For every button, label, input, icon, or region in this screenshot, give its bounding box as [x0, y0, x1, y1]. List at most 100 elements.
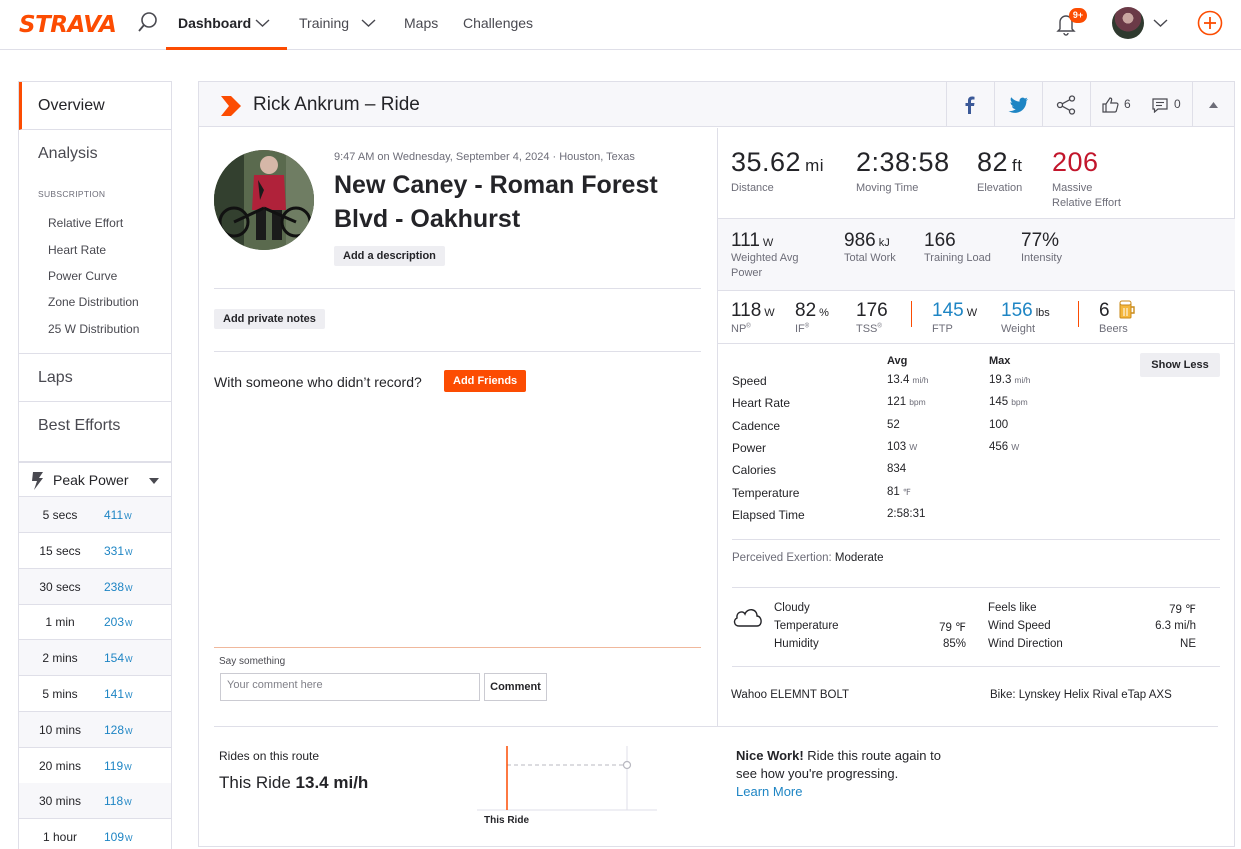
peak-value[interactable]: 118W — [104, 794, 132, 808]
peak-duration: 5 secs — [42, 508, 78, 522]
peak-value[interactable]: 238W — [104, 580, 133, 594]
collapse-button[interactable] — [1192, 82, 1234, 127]
peak-duration: 30 secs — [39, 579, 81, 594]
divider — [214, 726, 1218, 727]
peak-power-row[interactable]: 1 min 203W — [19, 604, 171, 641]
peak-value[interactable]: 331W — [104, 544, 133, 558]
weather-humidity-value: 85% — [942, 638, 966, 650]
facebook-share-button[interactable] — [946, 82, 994, 127]
add-private-notes-button[interactable]: Add private notes — [214, 309, 325, 329]
detail-label: Calories — [732, 463, 777, 478]
kudos-thumb-icon[interactable] — [1102, 97, 1119, 113]
sidebar-item-overview[interactable]: Overview — [19, 82, 171, 130]
comment-button[interactable]: Comment — [484, 673, 547, 701]
ftp-value[interactable]: 145 W — [932, 300, 977, 322]
relative-effort-value[interactable]: 206 — [1052, 147, 1099, 178]
peak-power-row[interactable]: 1 hour 109W — [19, 819, 171, 849]
peak-power-row[interactable]: 30 mins 118W — [19, 783, 171, 820]
athlete-avatar[interactable] — [214, 150, 314, 250]
distance-label: Distance — [731, 182, 774, 194]
peak-power-row[interactable]: 30 secs 238W — [19, 568, 171, 605]
peak-power-row[interactable]: 20 mins 119W — [19, 748, 171, 784]
search-icon[interactable] — [136, 10, 160, 34]
if-value: 82% — [795, 300, 829, 321]
comment-icon[interactable] — [1152, 98, 1168, 113]
chevron-down-icon[interactable] — [255, 17, 270, 29]
show-less-button[interactable]: Show Less — [1140, 353, 1220, 377]
sidebar-subitem-relative-effort[interactable]: Relative Effort — [48, 216, 123, 230]
cloudy-icon — [733, 609, 762, 627]
weighted-power-label: Weighted Avg — [731, 252, 799, 264]
if-label: IF® — [795, 323, 810, 335]
weight-value[interactable]: 156 lbs — [1001, 300, 1050, 322]
add-plus-icon[interactable] — [1197, 10, 1223, 36]
twitter-icon — [1008, 97, 1028, 113]
detail-label: Heart Rate — [732, 396, 791, 411]
relative-effort-sublabel: Relative Effort — [1052, 197, 1121, 209]
detail-avg-value: 52 — [887, 418, 900, 431]
nav-challenges[interactable]: Challenges — [463, 15, 533, 31]
notification-badge: 9+ — [1069, 8, 1087, 23]
elevation-label: Elevation — [977, 182, 1023, 194]
peak-power-row[interactable]: 2 mins 154W — [19, 640, 171, 677]
peak-value[interactable]: 141W — [104, 687, 133, 701]
peak-value[interactable]: 109W — [104, 830, 133, 844]
divider — [732, 539, 1220, 540]
weather-temp-value: 79 ℉ — [939, 622, 966, 634]
peak-value[interactable]: 154W — [104, 651, 133, 665]
peak-power-row[interactable]: 10 mins 128W — [19, 711, 171, 748]
wind-direction-label: Wind Direction — [988, 638, 1063, 650]
bike-name[interactable]: Bike: Lynskey Helix Rival eTap AXS — [990, 689, 1172, 701]
peak-value[interactable]: 119W — [104, 759, 132, 773]
chevron-down-icon[interactable] — [361, 17, 376, 29]
activity-title: New Caney - Roman Forest Blvd - Oakhurst — [334, 171, 658, 233]
sidebar-subitem-power-curve[interactable]: Power Curve — [48, 269, 117, 283]
sidebar-item-analysis[interactable]: Analysis — [19, 130, 171, 178]
stats-panel: 35.62 mi Distance 2:38:58 Moving Time 82 f… — [717, 128, 1235, 726]
device-name: Wahoo ELEMNT BOLT — [731, 689, 850, 701]
divider — [214, 288, 701, 289]
add-description-button[interactable]: Add a description — [334, 246, 445, 266]
sidebar-subitem-25w-distribution[interactable]: 25 W Distribution — [48, 322, 139, 336]
peak-duration: 30 mins — [38, 794, 82, 809]
peak-duration: 1 min — [45, 615, 75, 630]
peak-power-row[interactable]: 5 mins 141W — [19, 676, 171, 712]
strava-logo[interactable]: STRAVA — [19, 12, 117, 38]
sidebar-item-best-efforts[interactable]: Best Efforts — [19, 402, 171, 450]
divider — [214, 351, 701, 352]
avg-header: Avg — [887, 355, 908, 367]
peak-power-dropdown[interactable]: Peak Power — [19, 461, 171, 497]
nav-training[interactable]: Training — [299, 15, 349, 31]
learn-more-link[interactable]: Learn More — [736, 784, 802, 799]
detail-max-value: 100 — [989, 418, 1009, 431]
twitter-share-button[interactable] — [994, 82, 1042, 127]
weighted-power-sublabel: Power — [731, 267, 763, 279]
total-work-value: 986 kJ — [844, 230, 890, 251]
peak-power-row[interactable]: 15 secs 331W — [19, 533, 171, 569]
add-friends-button[interactable]: Add Friends — [444, 370, 527, 392]
weight-label: Weight — [1001, 323, 1036, 335]
beer-icon — [1119, 300, 1135, 319]
comments-count[interactable]: 0 — [1174, 97, 1181, 111]
kudos-comments-group: 6 0 — [1090, 82, 1192, 127]
peak-power-row[interactable]: 5 secs 411W — [19, 497, 171, 533]
intensity-label: Intensity — [1021, 252, 1062, 264]
kudos-count[interactable]: 6 — [1124, 97, 1131, 111]
peak-value[interactable]: 411W — [104, 508, 132, 522]
divider — [732, 587, 1220, 588]
nav-maps[interactable]: Maps — [404, 15, 438, 31]
share-button[interactable] — [1042, 82, 1090, 127]
comment-input[interactable]: Your comment here — [220, 673, 480, 701]
peak-value[interactable]: 203W — [104, 615, 133, 629]
chevron-down-icon[interactable] — [1153, 17, 1168, 29]
weather-humidity-label: Humidity — [774, 638, 819, 650]
activity-header-title: Rick Ankrum – Ride — [253, 94, 420, 115]
sidebar-subitem-heart-rate[interactable]: Heart Rate — [48, 243, 106, 257]
sidebar-subitem-zone-distribution[interactable]: Zone Distribution — [48, 295, 139, 309]
divider — [718, 343, 1235, 344]
detail-max-value: 456 W — [989, 440, 1020, 453]
user-avatar[interactable] — [1112, 7, 1144, 39]
peak-value[interactable]: 128W — [104, 723, 133, 737]
nav-dashboard[interactable]: Dashboard — [178, 15, 251, 31]
sidebar-item-laps[interactable]: Laps — [19, 354, 171, 402]
